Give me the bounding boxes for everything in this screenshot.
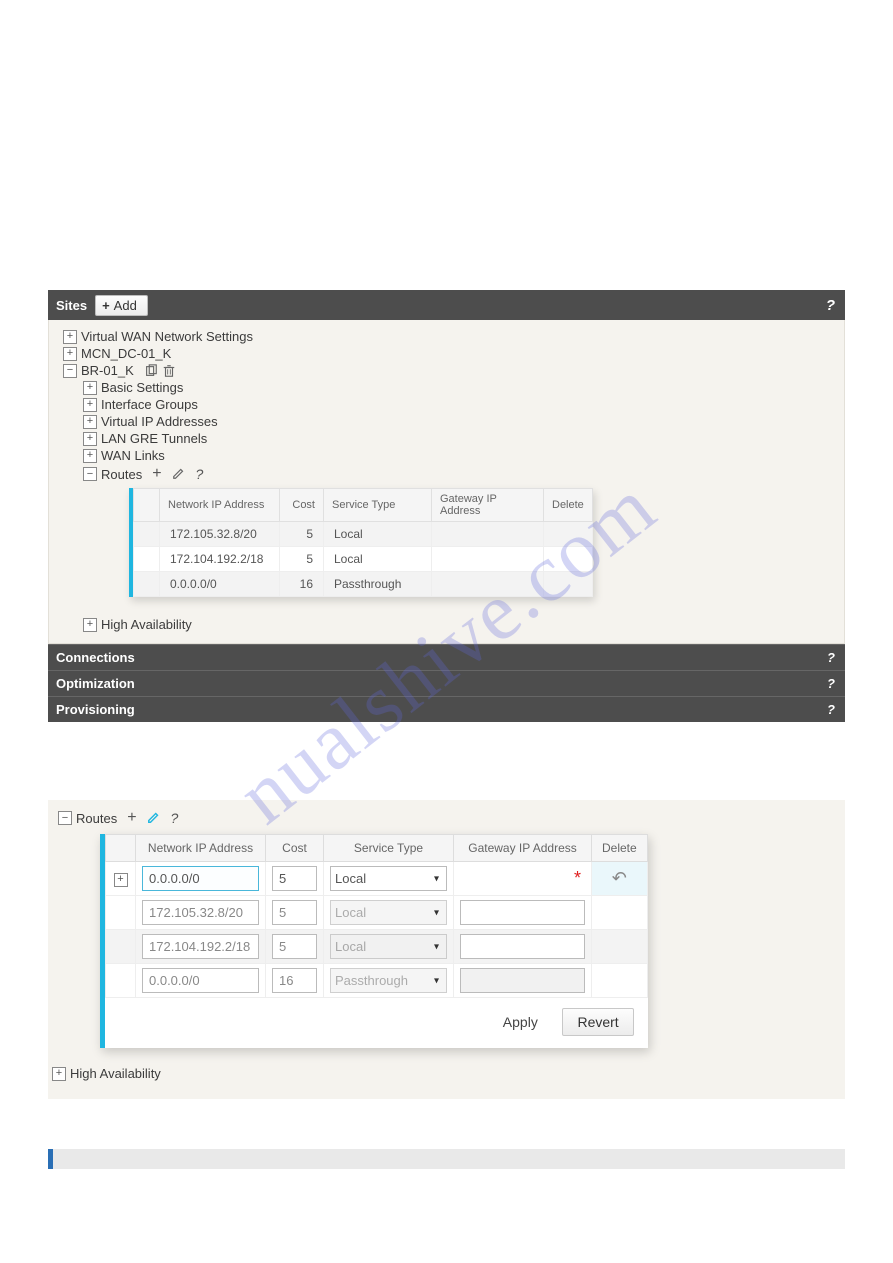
expand-icon[interactable]: + bbox=[83, 618, 97, 632]
cost-input[interactable] bbox=[272, 900, 317, 925]
expand-icon[interactable]: + bbox=[52, 1067, 66, 1081]
help-icon[interactable]: ? bbox=[196, 466, 204, 482]
col-net: Network IP Address bbox=[136, 835, 266, 862]
add-route-icon[interactable]: + bbox=[152, 465, 161, 483]
optimization-header[interactable]: Optimization ? bbox=[48, 670, 845, 696]
cost-input[interactable] bbox=[272, 866, 317, 891]
table-row: Local bbox=[106, 930, 648, 964]
help-icon[interactable]: ? bbox=[826, 297, 835, 314]
table-row: Passthrough bbox=[106, 964, 648, 998]
apply-button[interactable]: Apply bbox=[488, 1008, 553, 1036]
network-ip-input[interactable] bbox=[142, 900, 259, 925]
collapse-icon[interactable]: − bbox=[83, 467, 97, 481]
tree-basic[interactable]: Basic Settings bbox=[101, 380, 183, 395]
tree-vwan[interactable]: Virtual WAN Network Settings bbox=[81, 329, 253, 344]
connections-header[interactable]: Connections ? bbox=[48, 644, 845, 670]
required-icon: * bbox=[460, 868, 585, 889]
tree-ha[interactable]: High Availability bbox=[101, 617, 192, 632]
copy-icon[interactable] bbox=[144, 364, 158, 378]
gateway-ip-input bbox=[460, 968, 585, 993]
col-net: Network IP Address bbox=[160, 489, 280, 522]
gateway-ip-input[interactable] bbox=[460, 934, 585, 959]
new-route-row: + Local * ↶ bbox=[106, 862, 648, 896]
tree-gre[interactable]: LAN GRE Tunnels bbox=[101, 431, 207, 446]
tree-ifg[interactable]: Interface Groups bbox=[101, 397, 198, 412]
plus-icon: + bbox=[102, 298, 110, 313]
expand-icon[interactable]: + bbox=[83, 432, 97, 446]
sites-tree: + Virtual WAN Network Settings + MCN_DC-… bbox=[48, 320, 845, 644]
sites-label: Sites bbox=[54, 298, 87, 313]
add-button-label: Add bbox=[114, 298, 137, 313]
tree-br[interactable]: BR-01_K bbox=[81, 363, 134, 378]
ha-label[interactable]: High Availability bbox=[70, 1066, 161, 1081]
sites-header: Sites + Add ? bbox=[48, 290, 845, 320]
collapse-icon[interactable]: − bbox=[58, 811, 72, 825]
help-icon[interactable]: ? bbox=[827, 650, 835, 665]
revert-button[interactable]: Revert bbox=[562, 1008, 633, 1036]
routes-edit-table: Network IP Address Cost Service Type Gat… bbox=[100, 834, 648, 1048]
network-ip-input[interactable] bbox=[142, 968, 259, 993]
provisioning-header[interactable]: Provisioning ? bbox=[48, 696, 845, 722]
expand-icon[interactable]: + bbox=[114, 873, 128, 887]
col-cost: Cost bbox=[266, 835, 324, 862]
tree-vip[interactable]: Virtual IP Addresses bbox=[101, 414, 218, 429]
expand-icon[interactable]: + bbox=[83, 381, 97, 395]
expand-icon[interactable]: + bbox=[83, 398, 97, 412]
edit-icon[interactable] bbox=[172, 466, 186, 483]
col-del: Delete bbox=[592, 835, 648, 862]
col-cost: Cost bbox=[280, 489, 324, 522]
col-gw: Gateway IP Address bbox=[454, 835, 592, 862]
network-ip-input[interactable] bbox=[142, 934, 259, 959]
help-icon[interactable]: ? bbox=[827, 702, 835, 717]
help-icon[interactable]: ? bbox=[827, 676, 835, 691]
undo-icon[interactable]: ↶ bbox=[612, 868, 627, 888]
expand-icon[interactable]: + bbox=[63, 330, 77, 344]
expand-icon[interactable]: + bbox=[63, 347, 77, 361]
service-type-select: Local bbox=[330, 934, 447, 959]
add-button[interactable]: + Add bbox=[95, 295, 148, 316]
tree-routes[interactable]: Routes bbox=[101, 467, 142, 482]
col-del: Delete bbox=[544, 489, 593, 522]
col-svc: Service Type bbox=[324, 835, 454, 862]
add-route-icon[interactable]: + bbox=[127, 809, 136, 827]
service-type-select: Local bbox=[330, 900, 447, 925]
cost-input[interactable] bbox=[272, 934, 317, 959]
gateway-ip-input[interactable] bbox=[460, 900, 585, 925]
trash-icon[interactable] bbox=[162, 364, 176, 378]
service-type-select[interactable]: Local bbox=[330, 866, 447, 891]
network-ip-input[interactable] bbox=[142, 866, 259, 891]
col-gw: Gateway IP Address bbox=[432, 489, 544, 522]
edit-icon[interactable] bbox=[147, 810, 161, 827]
routes-label[interactable]: Routes bbox=[76, 811, 117, 826]
help-icon[interactable]: ? bbox=[171, 810, 179, 826]
cost-input[interactable] bbox=[272, 968, 317, 993]
service-type-select: Passthrough bbox=[330, 968, 447, 993]
tree-mcn[interactable]: MCN_DC-01_K bbox=[81, 346, 171, 361]
table-row[interactable]: 172.105.32.8/20 5 Local bbox=[134, 522, 593, 547]
routes-table: Network IP Address Cost Service Type Gat… bbox=[129, 488, 593, 597]
expand-icon[interactable]: + bbox=[83, 415, 97, 429]
collapse-icon[interactable]: − bbox=[63, 364, 77, 378]
col-svc: Service Type bbox=[324, 489, 432, 522]
table-row[interactable]: 0.0.0.0/0 16 Passthrough bbox=[134, 572, 593, 597]
tree-wan[interactable]: WAN Links bbox=[101, 448, 165, 463]
footer-bar bbox=[48, 1149, 845, 1169]
table-row: Local bbox=[106, 896, 648, 930]
table-row[interactable]: 172.104.192.2/18 5 Local bbox=[134, 547, 593, 572]
expand-icon[interactable]: + bbox=[83, 449, 97, 463]
routes-edit-block: − Routes + ? Network IP Address Cost Ser… bbox=[48, 800, 845, 1099]
